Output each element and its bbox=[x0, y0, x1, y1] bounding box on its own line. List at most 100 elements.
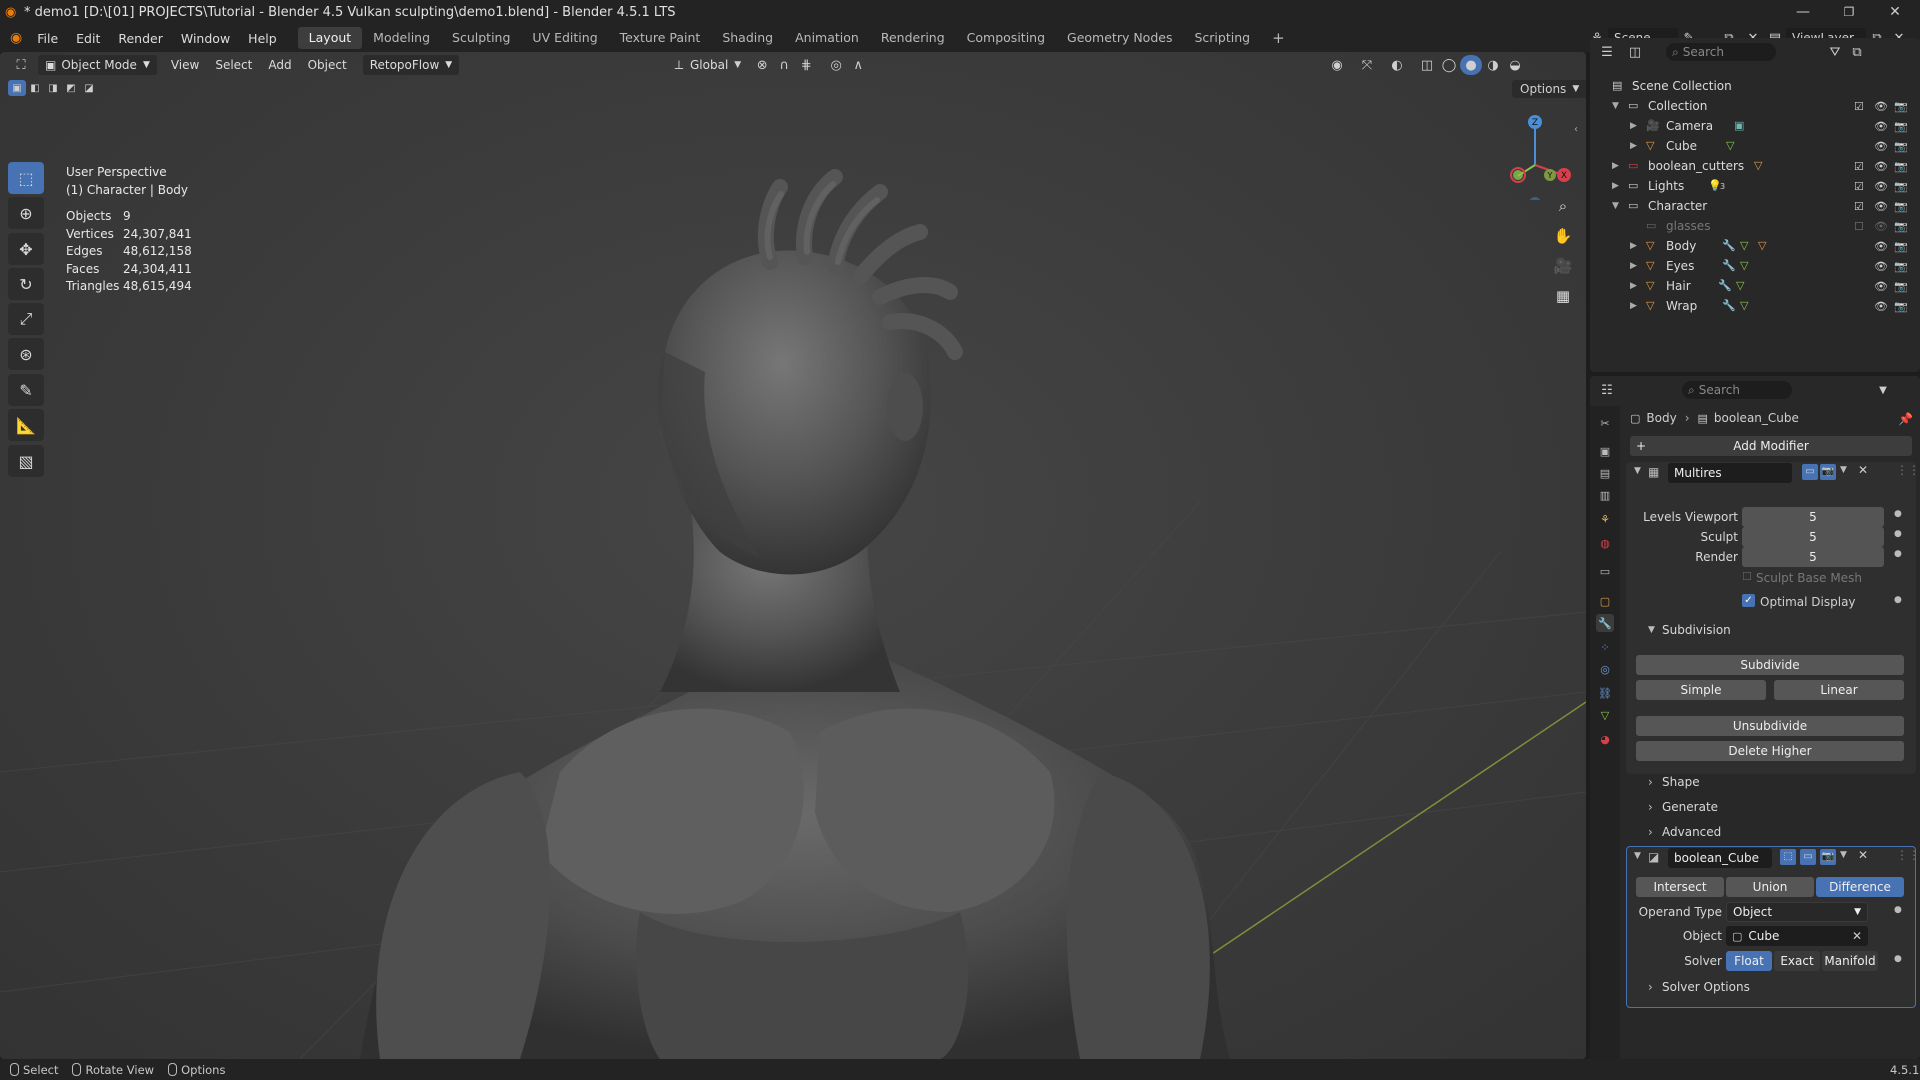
eye-icon[interactable]: 👁 bbox=[1874, 120, 1888, 133]
object-tab-icon[interactable]: ▢ bbox=[1596, 592, 1614, 610]
linear-button[interactable]: Linear bbox=[1774, 680, 1904, 700]
maximize-button[interactable]: ❐ bbox=[1826, 0, 1872, 24]
add-cube-tool[interactable]: ▧ bbox=[8, 445, 44, 477]
menu-edit[interactable]: Edit bbox=[67, 31, 109, 46]
options-dropdown[interactable]: Options ▼ bbox=[1512, 80, 1586, 98]
tab-layout[interactable]: Layout bbox=[297, 27, 363, 49]
material-tab-icon[interactable]: ◕ bbox=[1596, 730, 1614, 748]
display-mode-icon[interactable]: ◫ bbox=[1624, 42, 1646, 62]
chevron-right-icon[interactable]: › bbox=[1648, 800, 1653, 814]
tab-geometry-nodes[interactable]: Geometry Nodes bbox=[1056, 27, 1183, 49]
outliner-row-character[interactable]: ▼ ▭ Character ☑ 👁 📷 bbox=[1590, 196, 1920, 216]
tab-compositing[interactable]: Compositing bbox=[956, 27, 1056, 49]
menu-window[interactable]: Window bbox=[172, 31, 239, 46]
move-tool[interactable]: ✥ bbox=[8, 233, 44, 265]
select-invert-icon[interactable]: ◩ bbox=[62, 80, 80, 96]
outliner-row-camera[interactable]: ▶ 🎥 Camera ▣ 👁 📷 bbox=[1590, 116, 1920, 136]
gizmo-neg-z[interactable] bbox=[1529, 197, 1541, 200]
solver-manifold-button[interactable]: Manifold bbox=[1822, 951, 1878, 971]
select-extend-icon[interactable]: ◧ bbox=[26, 80, 44, 96]
cursor-tool[interactable]: ⊕ bbox=[8, 197, 44, 229]
filter-icon[interactable]: ⛛ bbox=[1824, 42, 1846, 62]
tab-texture-paint[interactable]: Texture Paint bbox=[609, 27, 712, 49]
chevron-right-icon[interactable]: ▶ bbox=[1630, 261, 1637, 271]
world-tab-icon[interactable]: ◍ bbox=[1596, 534, 1614, 552]
wireframe-shading-icon[interactable]: ◯ bbox=[1438, 55, 1460, 75]
collection-tab-icon[interactable]: ▭ bbox=[1596, 562, 1614, 580]
intersect-button[interactable]: Intersect bbox=[1636, 877, 1724, 897]
render-camera-icon[interactable]: 📷 bbox=[1894, 180, 1908, 193]
chevron-right-icon[interactable]: › bbox=[1648, 775, 1653, 789]
show-viewport-icon[interactable]: ▭ bbox=[1800, 849, 1816, 865]
render-camera-icon[interactable]: 📷 bbox=[1894, 140, 1908, 153]
camera-view-button[interactable]: 🎥 bbox=[1548, 252, 1578, 280]
checkbox-icon[interactable]: ☑ bbox=[1854, 100, 1864, 113]
drag-handle-icon[interactable]: ⋮⋮ bbox=[1896, 848, 1920, 862]
union-button[interactable]: Union bbox=[1726, 877, 1814, 897]
minimize-button[interactable]: — bbox=[1780, 0, 1826, 24]
show-render-icon[interactable]: 📷 bbox=[1820, 849, 1836, 865]
add-modifier-button[interactable]: + Add Modifier bbox=[1630, 436, 1912, 456]
editor-type-icon[interactable]: ⛶ bbox=[10, 55, 32, 75]
chevron-down-icon[interactable]: ▼ bbox=[1872, 380, 1894, 400]
eye-icon[interactable]: 👁 bbox=[1874, 220, 1888, 233]
overlay-toggle-icon[interactable]: ◐ bbox=[1386, 55, 1408, 75]
zoom-view-button[interactable]: ⌕ bbox=[1548, 192, 1578, 220]
chevron-right-icon[interactable]: ▶ bbox=[1630, 241, 1637, 251]
tab-animation[interactable]: Animation bbox=[784, 27, 870, 49]
visibility-icon[interactable]: ◉ bbox=[1326, 55, 1348, 75]
outliner-row-boolean-cutters[interactable]: ▶ ▭ boolean_cutters ▽ ☑ 👁 📷 bbox=[1590, 156, 1920, 176]
tab-scripting[interactable]: Scripting bbox=[1183, 27, 1261, 49]
render-camera-icon[interactable]: 📷 bbox=[1894, 200, 1908, 213]
chevron-down-icon[interactable]: ▼ bbox=[1648, 625, 1655, 635]
advanced-section-label[interactable]: Advanced bbox=[1662, 825, 1721, 839]
checkbox-icon[interactable]: ☑ bbox=[1854, 160, 1864, 173]
perspective-toggle-button[interactable]: ▦ bbox=[1548, 282, 1578, 310]
chevron-down-icon[interactable]: ▼ bbox=[1612, 201, 1619, 211]
tab-shading[interactable]: Shading bbox=[711, 27, 784, 49]
outliner-search[interactable]: ⌕ Search bbox=[1666, 43, 1776, 61]
new-collection-icon[interactable]: ⧉ bbox=[1846, 42, 1868, 62]
select-subtract-icon[interactable]: ◨ bbox=[44, 80, 62, 96]
add-workspace-button[interactable]: + bbox=[1261, 27, 1296, 49]
subdivide-button[interactable]: Subdivide bbox=[1636, 655, 1904, 675]
difference-button[interactable]: Difference bbox=[1816, 877, 1904, 897]
transform-tool[interactable]: ⊛ bbox=[8, 338, 44, 370]
navigation-gizmo[interactable]: Z X Y bbox=[1490, 110, 1580, 200]
generate-section-label[interactable]: Generate bbox=[1662, 800, 1718, 814]
properties-editor-icon[interactable]: ☷ bbox=[1596, 380, 1618, 400]
annotate-tool[interactable]: ✎ bbox=[8, 374, 44, 406]
boolean-name-field[interactable]: boolean_Cube bbox=[1668, 848, 1772, 868]
eye-icon[interactable]: 👁 bbox=[1874, 180, 1888, 193]
show-render-icon[interactable]: 📷 bbox=[1820, 464, 1836, 480]
rotate-tool[interactable]: ↻ bbox=[8, 268, 44, 300]
subdivision-section-label[interactable]: Subdivision bbox=[1662, 623, 1731, 637]
outliner-row-collection[interactable]: ▼ ▭ Collection ☑ 👁 📷 bbox=[1590, 96, 1920, 116]
outliner-row-wrap[interactable]: ▶ ▽ Wrap 🔧 ▽ 👁 📷 bbox=[1590, 296, 1920, 316]
transform-orientation[interactable]: Global bbox=[690, 58, 728, 72]
eye-icon[interactable]: 👁 bbox=[1874, 200, 1888, 213]
solver-options-section-label[interactable]: Solver Options bbox=[1662, 980, 1750, 994]
select-intersect-icon[interactable]: ◪ bbox=[80, 80, 98, 96]
eye-icon[interactable]: 👁 bbox=[1874, 280, 1888, 293]
outliner-row-lights[interactable]: ▶ ▭ Lights 💡 3 ☑ 👁 📷 bbox=[1590, 176, 1920, 196]
tab-sculpting[interactable]: Sculpting bbox=[441, 27, 521, 49]
optimal-display-checkbox[interactable]: ✓ bbox=[1742, 594, 1755, 607]
simple-button[interactable]: Simple bbox=[1636, 680, 1766, 700]
remove-modifier-icon[interactable]: ✕ bbox=[1858, 848, 1868, 862]
checkbox-empty-icon[interactable]: ☐ bbox=[1742, 570, 1752, 583]
levels-viewport-field[interactable]: 5 bbox=[1742, 507, 1884, 527]
3d-viewport[interactable]: ⛶ ▣ Object Mode ▼ View Select Add Object… bbox=[0, 52, 1586, 1059]
chevron-right-icon[interactable]: › bbox=[1648, 980, 1653, 994]
gizmo-toggle-icon[interactable]: ⤧ bbox=[1356, 55, 1378, 75]
rendered-shading-icon[interactable]: ◒ bbox=[1504, 55, 1526, 75]
delete-higher-button[interactable]: Delete Higher bbox=[1636, 741, 1904, 761]
keyframe-dot-icon[interactable]: ● bbox=[1894, 595, 1902, 605]
constraints-tab-icon[interactable]: ⛓ bbox=[1596, 684, 1614, 702]
properties-search[interactable]: ⌕ Search bbox=[1682, 381, 1792, 399]
outliner-row-scene-collection[interactable]: ▤ Scene Collection bbox=[1590, 76, 1920, 96]
render-camera-icon[interactable]: 📷 bbox=[1894, 260, 1908, 273]
keyframe-dot-icon[interactable]: ● bbox=[1894, 529, 1902, 539]
scale-tool[interactable]: ⤢ bbox=[8, 303, 44, 335]
clear-field-icon[interactable]: ✕ bbox=[1852, 929, 1862, 943]
